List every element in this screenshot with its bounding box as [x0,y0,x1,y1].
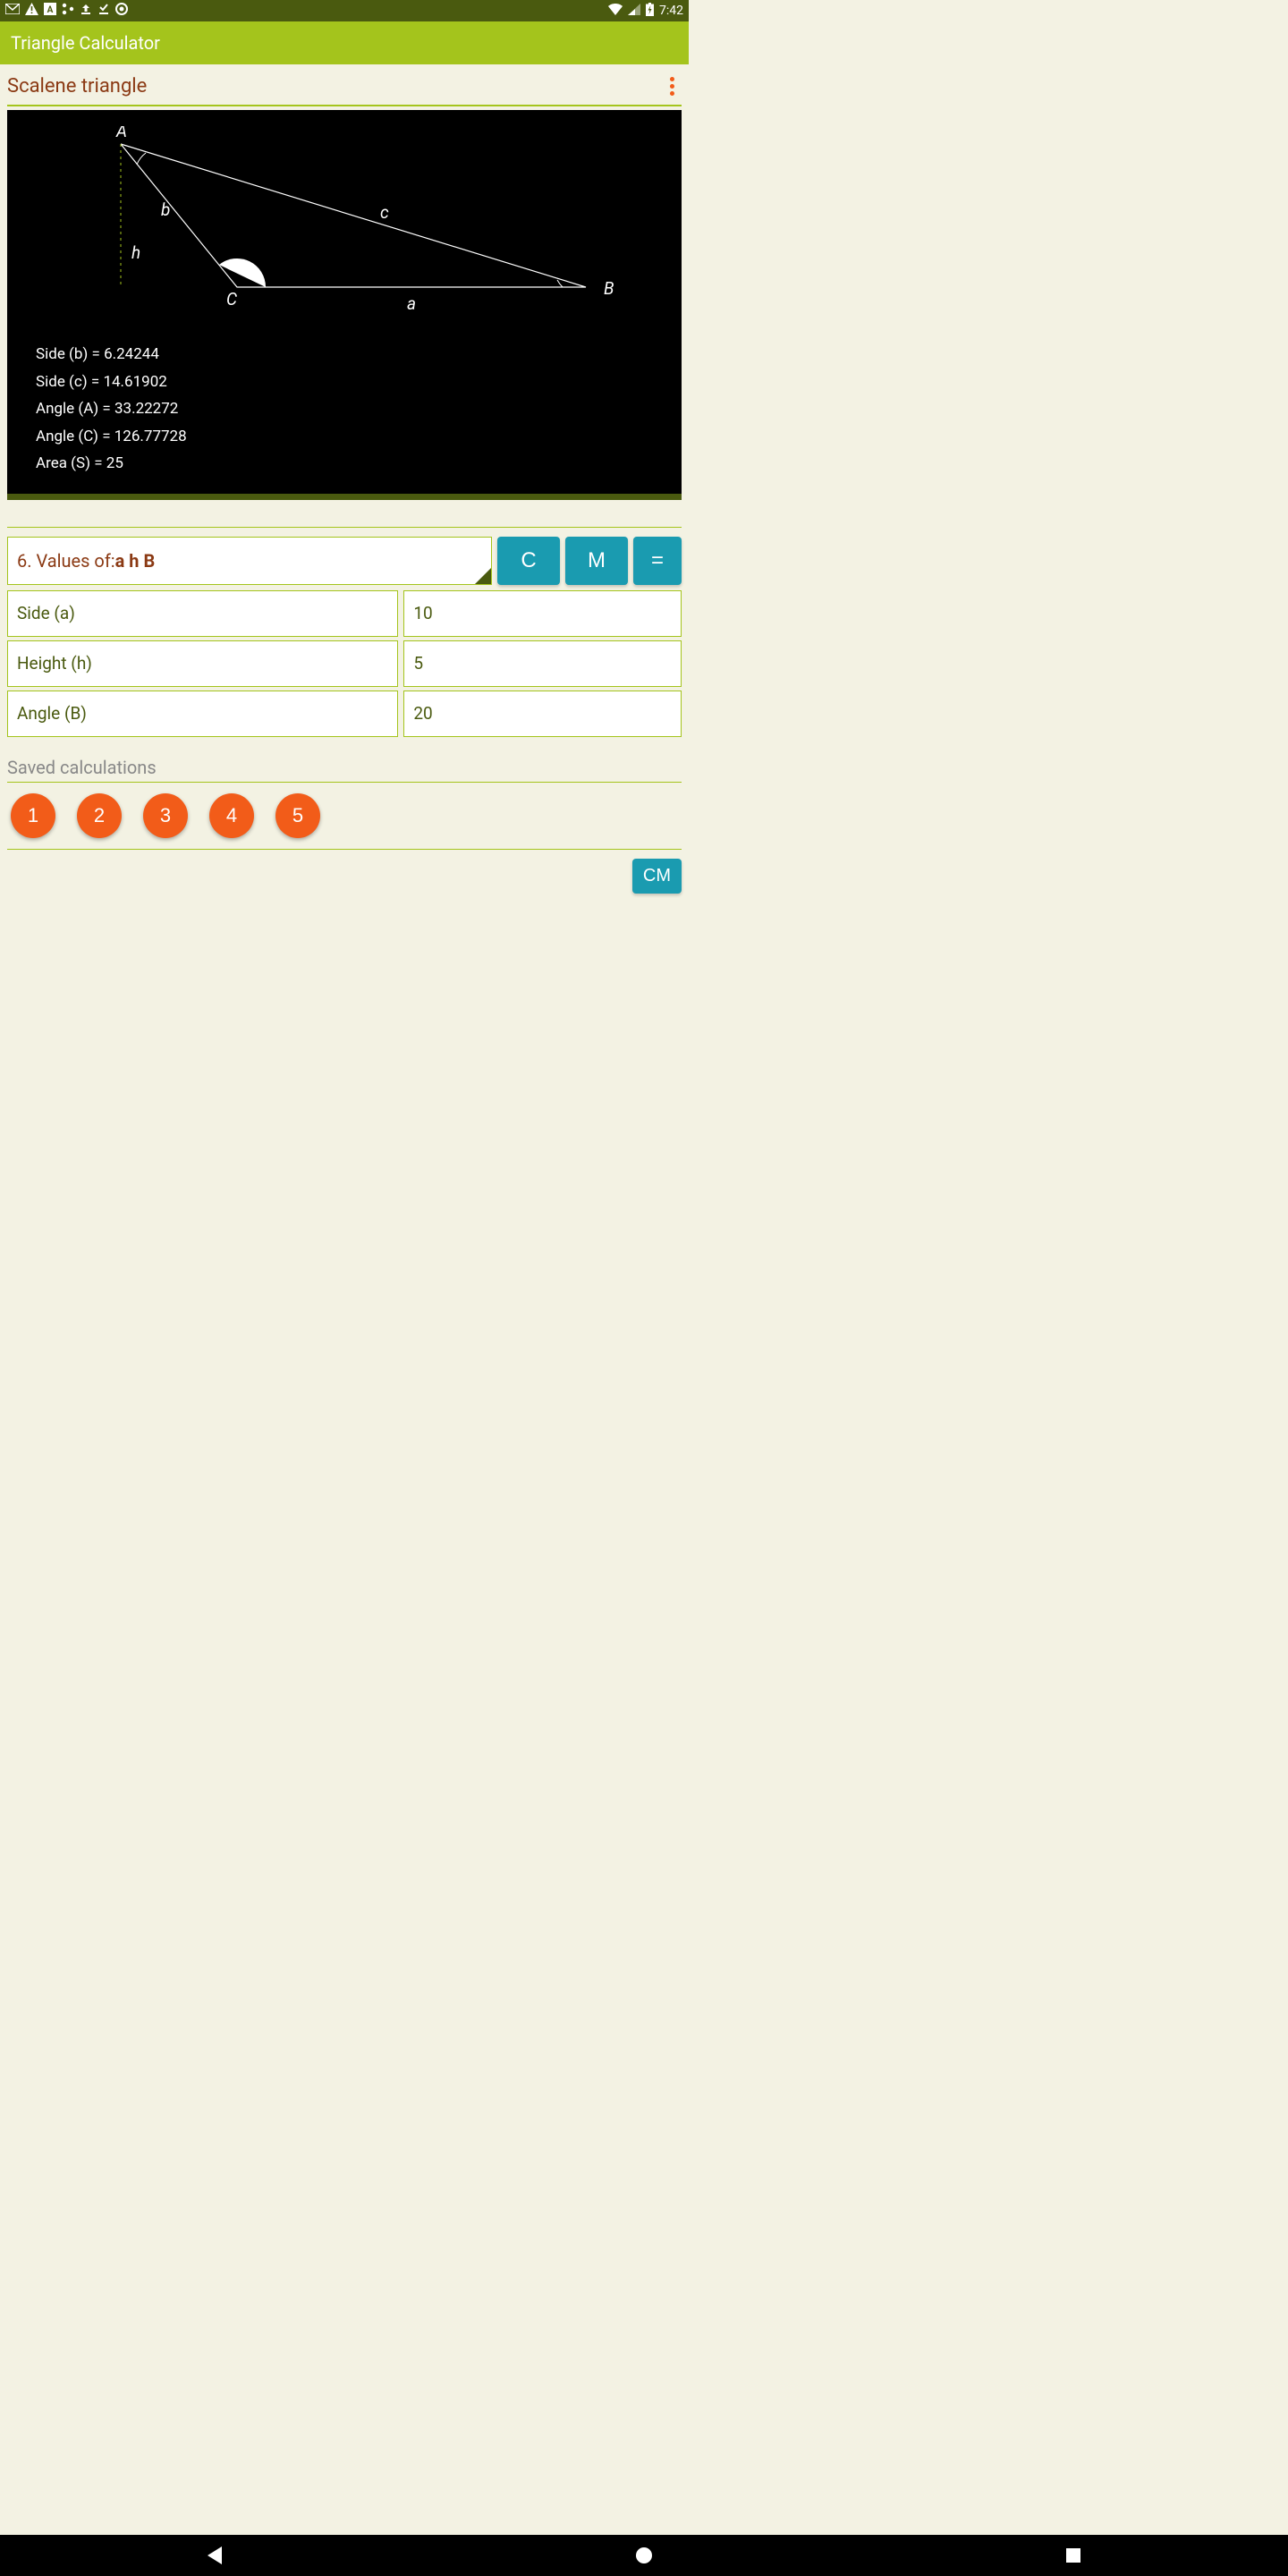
wifi-icon [608,4,623,19]
android-nav-bar [0,2535,1288,2576]
selector-bold: a h B [115,550,156,572]
saved-slot-1[interactable]: 1 [11,793,55,838]
svg-text:A: A [47,5,54,15]
vertex-C-label: C [226,289,237,309]
side-b-label: b [161,199,170,220]
vertex-B-label: B [604,278,614,299]
divider [7,105,682,106]
diagram-underbar [7,494,682,500]
app-bar: Triangle Calculator [0,21,689,64]
side-a-label: a [407,293,416,314]
target-icon [115,3,128,19]
input-label-side-a: Side (a) [7,590,398,637]
status-icons-left: A [5,3,128,19]
input-label-angle-B: Angle (B) [7,691,398,737]
warning-icon [25,3,38,19]
status-bar: A 7:42 [0,0,689,21]
result-side-c: Side (c) = 14.61902 [36,369,660,396]
dropdown-indicator-icon [475,568,491,584]
values-of-selector[interactable]: 6. Values of: a h B [7,537,492,585]
saved-slot-2[interactable]: 2 [77,793,122,838]
nav-home-icon[interactable] [636,2547,652,2563]
mail-icon [5,4,20,18]
clear-button[interactable]: C [497,537,560,585]
nav-back-icon[interactable] [208,2546,222,2564]
saved-slot-4[interactable]: 4 [209,793,254,838]
battery-charging-icon [646,3,654,20]
result-area-S: Area (S) = 25 [36,450,660,478]
saved-slot-5[interactable]: 5 [275,793,320,838]
download-done-icon [97,3,110,19]
diagram-panel: A B C b c a h Side (b) = 6.24244 Side (c… [7,110,682,494]
status-time: 7:42 [659,4,683,18]
selector-prefix: 6. Values of: [17,550,115,572]
unit-button[interactable]: CM [632,859,682,894]
saved-calculations-row: 1 2 3 4 5 [7,783,682,849]
result-side-b: Side (b) = 6.24244 [36,341,660,369]
equals-button[interactable]: = [633,537,682,585]
overflow-menu-icon[interactable] [663,73,682,99]
divider [7,527,682,528]
memory-button[interactable]: M [565,537,628,585]
result-angle-A: Angle (A) = 33.22272 [36,395,660,423]
cell-signal-icon [628,4,640,19]
input-label-height-h: Height (h) [7,640,398,687]
upload-icon [80,3,92,19]
saved-slot-3[interactable]: 3 [143,793,188,838]
app-title: Triangle Calculator [11,32,160,54]
triangle-diagram: A B C b c a h [29,126,660,332]
divider [7,849,682,850]
input-value-height-h[interactable]: 5 [403,640,682,687]
vertex-A-label: A [115,126,127,141]
nav-recent-icon[interactable] [1066,2548,1080,2563]
triangle-type-title: Scalene triangle [7,75,147,97]
result-angle-C: Angle (C) = 126.77728 [36,423,660,451]
input-value-side-a[interactable]: 10 [403,590,682,637]
input-value-angle-B[interactable]: 20 [403,691,682,737]
share-icon [62,3,74,19]
side-c-label: c [380,202,389,223]
saved-calculations-label: Saved calculations [7,757,682,778]
status-icons-right: 7:42 [608,3,683,20]
keyboard-icon: A [44,3,56,19]
results-list: Side (b) = 6.24244 Side (c) = 14.61902 A… [29,341,660,478]
height-h-label: h [131,242,140,263]
